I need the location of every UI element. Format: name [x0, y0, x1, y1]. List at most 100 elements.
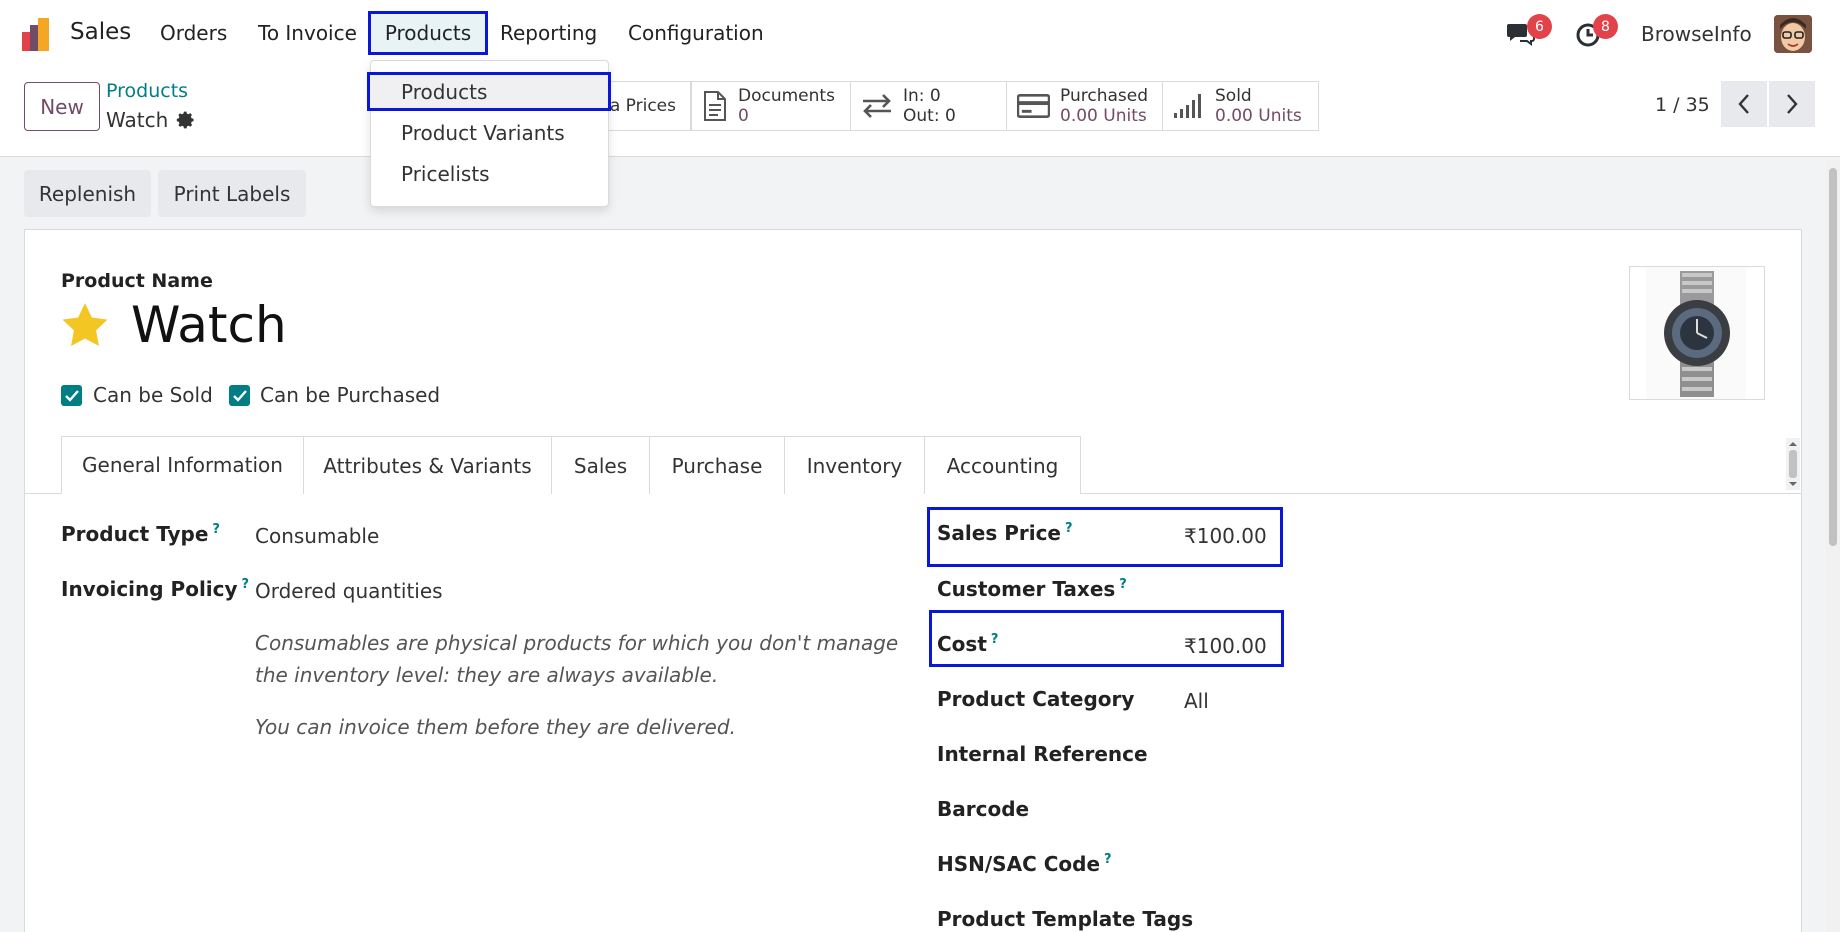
sales-price-help-icon[interactable]: ? [1065, 521, 1073, 536]
extra-prices-label: ra Prices [602, 96, 676, 116]
control-panel: New Products Watch ra Prices Documents 0… [0, 68, 1840, 157]
invoicing-policy-label-text: Invoicing Policy [61, 577, 238, 601]
pager-counter[interactable]: 1 / 35 [1655, 94, 1710, 116]
sold-label: Sold [1215, 86, 1252, 106]
menu-orders[interactable]: Orders [160, 21, 227, 45]
documents-button[interactable]: Documents 0 [691, 81, 851, 131]
hsn-sac-label: HSN/SAC Code? [937, 852, 1112, 876]
activities-badge: 8 [1593, 14, 1618, 39]
gear-icon[interactable] [176, 110, 196, 130]
avatar-face-icon [1774, 15, 1812, 53]
chevron-right-icon [1787, 94, 1798, 114]
out-label: Out: 0 [903, 106, 956, 126]
in-out-button[interactable]: In: 0 Out: 0 [851, 81, 1007, 131]
purchased-text: Purchased 0.00 Units [1060, 86, 1148, 126]
menu-products-label: Products [384, 21, 472, 45]
product-image[interactable] [1629, 266, 1765, 400]
sales-price-label-text: Sales Price [937, 521, 1061, 545]
product-category-field[interactable]: All [1184, 689, 1209, 713]
products-dropdown-menu: Products Product Variants Pricelists [367, 60, 611, 207]
cost-label-text: Cost [937, 632, 987, 656]
hsn-sac-help-icon[interactable]: ? [1104, 852, 1112, 867]
print-labels-button[interactable]: Print Labels [158, 170, 306, 217]
menu-reporting[interactable]: Reporting [500, 21, 597, 45]
menu-configuration[interactable]: Configuration [628, 21, 764, 45]
barcode-label: Barcode [937, 797, 1030, 821]
customer-taxes-label-text: Customer Taxes [937, 577, 1116, 601]
tab-accounting[interactable]: Accounting [924, 436, 1081, 494]
chevron-left-icon [1738, 94, 1749, 114]
signal-bars-icon [1174, 94, 1201, 118]
tab-attributes-variants[interactable]: Attributes & Variants [303, 436, 552, 494]
invoicing-policy-help-icon[interactable]: ? [242, 577, 250, 592]
invoicing-policy-label: Invoicing Policy? [61, 577, 249, 601]
documents-label: Documents [738, 86, 835, 106]
customer-taxes-label: Customer Taxes? [937, 577, 1127, 601]
dropdown-item-pricelists[interactable]: Pricelists [401, 162, 490, 186]
tab-sales[interactable]: Sales [551, 436, 650, 494]
cost-field[interactable]: ₹100.00 [1184, 634, 1267, 658]
pager-previous-button[interactable] [1721, 81, 1767, 127]
product-type-label: Product Type? [61, 522, 220, 546]
can-be-sold-label: Can be Sold [93, 383, 213, 407]
breadcrumb-parent[interactable]: Products [106, 80, 188, 102]
product-type-help-icon[interactable]: ? [212, 522, 220, 537]
sales-app-icon[interactable] [22, 18, 56, 51]
documents-text: Documents 0 [738, 86, 835, 126]
credit-card-icon [1017, 94, 1050, 118]
dropdown-item-product-variants[interactable]: Product Variants [401, 121, 565, 145]
hsn-sac-label-text: HSN/SAC Code [937, 852, 1101, 876]
in-label: In: 0 [903, 86, 941, 106]
checkmark-icon [232, 389, 247, 402]
document-icon [704, 91, 726, 121]
purchased-value: 0.00 Units [1060, 106, 1147, 126]
can-be-purchased-label: Can be Purchased [260, 383, 441, 407]
app-name[interactable]: Sales [70, 19, 131, 45]
can-be-purchased-checkbox[interactable] [229, 385, 250, 406]
product-type-field[interactable]: Consumable [255, 524, 379, 548]
tab-general-information[interactable]: General Information [61, 436, 304, 494]
smart-buttons: ra Prices Documents 0 In: 0 Out: 0 Purch… [560, 81, 1319, 131]
product-name-field[interactable]: Watch [131, 296, 287, 354]
top-navbar: Sales Orders To Invoice Products Reporti… [0, 0, 1840, 68]
consumable-help-text: Consumables are physical products for wh… [255, 631, 899, 687]
favorite-star-icon[interactable] [60, 301, 110, 349]
replenish-button[interactable]: Replenish [24, 170, 151, 217]
sold-text: Sold 0.00 Units [1215, 86, 1302, 126]
new-button[interactable]: New [24, 82, 100, 131]
transfer-arrows-icon [863, 94, 891, 118]
product-template-tags-label: Product Template Tags [937, 907, 1194, 931]
product-name-label: Product Name [61, 270, 213, 292]
internal-reference-label: Internal Reference [937, 742, 1148, 766]
cost-help-icon[interactable]: ? [991, 632, 999, 647]
sold-button[interactable]: Sold 0.00 Units [1163, 81, 1319, 131]
menu-to-invoice[interactable]: To Invoice [258, 21, 357, 45]
purchased-button[interactable]: Purchased 0.00 Units [1007, 81, 1163, 131]
invoicing-policy-field[interactable]: Ordered quantities [255, 579, 443, 603]
cost-label: Cost? [937, 632, 998, 656]
messages-badge: 6 [1527, 14, 1552, 39]
page-scrollbar[interactable] [1826, 160, 1840, 932]
scroll-arrows-icon [1789, 442, 1797, 486]
purchased-label: Purchased [1060, 86, 1148, 106]
avatar[interactable] [1774, 15, 1812, 53]
in-out-text: In: 0 Out: 0 [903, 86, 956, 126]
product-type-label-text: Product Type [61, 522, 209, 546]
scrollbar-thumb[interactable] [1829, 168, 1837, 546]
breadcrumb-current: Watch [106, 108, 169, 132]
sold-value: 0.00 Units [1215, 106, 1302, 126]
tab-inventory[interactable]: Inventory [784, 436, 925, 494]
checkmark-icon [64, 389, 79, 402]
can-be-sold-checkbox[interactable] [61, 385, 82, 406]
tabs-scrollbar[interactable] [1786, 438, 1800, 490]
sales-price-field[interactable]: ₹100.00 [1184, 524, 1267, 548]
pager-next-button[interactable] [1769, 81, 1815, 127]
tab-purchase[interactable]: Purchase [649, 436, 785, 494]
customer-taxes-help-icon[interactable]: ? [1119, 577, 1127, 592]
menu-products[interactable]: Products [368, 11, 488, 55]
product-category-label: Product Category [937, 687, 1135, 711]
sales-price-label: Sales Price? [937, 521, 1073, 545]
user-name[interactable]: BrowseInfo [1641, 22, 1752, 46]
dropdown-item-products[interactable]: Products [401, 80, 487, 104]
watch-image-icon [1646, 267, 1746, 399]
